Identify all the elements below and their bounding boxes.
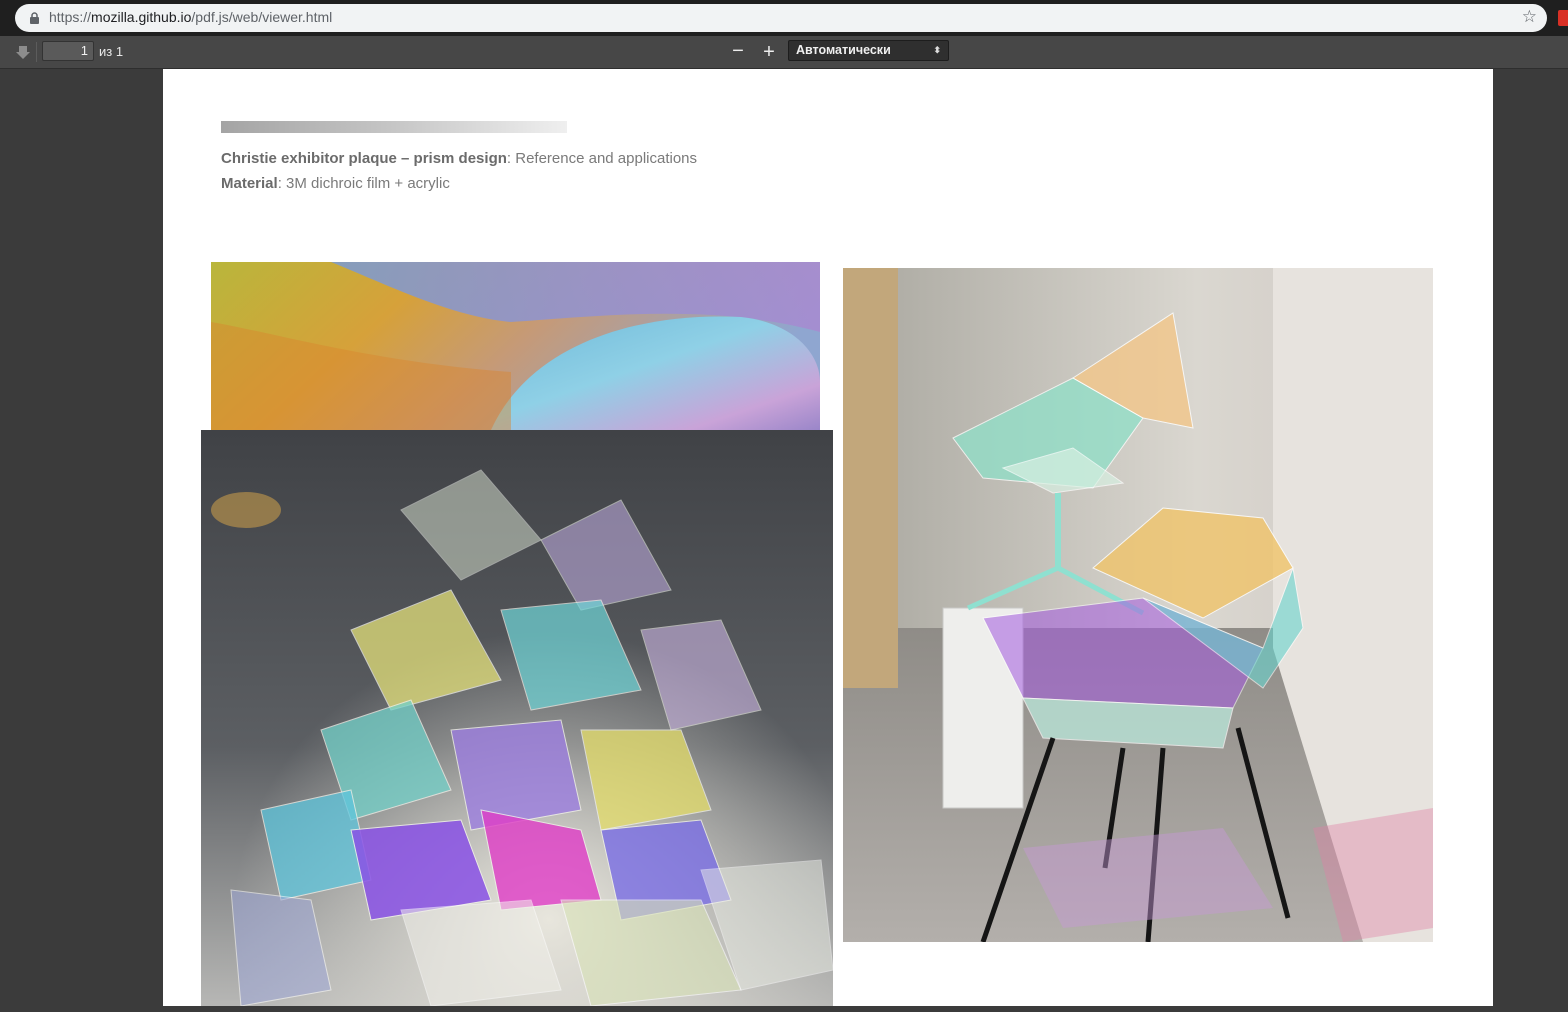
zoom-in-button[interactable]: +	[758, 41, 780, 63]
lock-icon	[30, 12, 39, 24]
page-number-input[interactable]: 1	[42, 41, 94, 61]
zoom-select[interactable]: Автоматически ⬍	[788, 40, 949, 61]
sidebar-toggle-icon	[16, 46, 30, 59]
sidebar-toggle-button[interactable]	[12, 42, 34, 62]
zoom-select-value: Автоматически	[796, 43, 891, 57]
caption-title-rest: : Reference and applications	[506, 150, 698, 167]
photo-iridescent-film	[211, 262, 820, 430]
caption-material-rest: : 3M dichroic film + acrylic	[277, 175, 450, 192]
star-icon[interactable]: ☆	[1522, 7, 1537, 27]
url-text[interactable]: https://mozilla.github.io/pdf.js/web/vie…	[49, 9, 332, 25]
zoom-out-button[interactable]: −	[727, 41, 749, 63]
photo-prism-sculpture	[201, 430, 833, 1006]
photo-prism-chairs	[843, 268, 1433, 942]
extension-icon[interactable]	[1558, 10, 1568, 26]
url-scheme: https://	[49, 9, 92, 25]
caption-title-bold: Christie exhibitor plaque – prism design	[221, 150, 507, 167]
decorative-gradient-bar	[221, 121, 567, 133]
url-host: mozilla.github.io	[91, 9, 192, 25]
caption-material-bold: Material	[221, 175, 278, 192]
pdf-page: Christie exhibitor plaque – prism design…	[163, 69, 1493, 1006]
address-bar[interactable]: https://mozilla.github.io/pdf.js/web/vie…	[15, 4, 1547, 32]
select-caret-icon: ⬍	[933, 45, 941, 55]
toolbar-separator	[36, 42, 37, 62]
caption-material: Material: 3M dichroic film + acrylic	[221, 175, 450, 192]
page-count: из 1	[99, 44, 124, 59]
pdf-toolbar: 1 из 1 − + Автоматически ⬍	[0, 36, 1568, 69]
url-path: /pdf.js/web/viewer.html	[191, 9, 333, 25]
browser-chrome: https://mozilla.github.io/pdf.js/web/vie…	[0, 0, 1568, 36]
caption-title: Christie exhibitor plaque – prism design…	[221, 150, 697, 167]
